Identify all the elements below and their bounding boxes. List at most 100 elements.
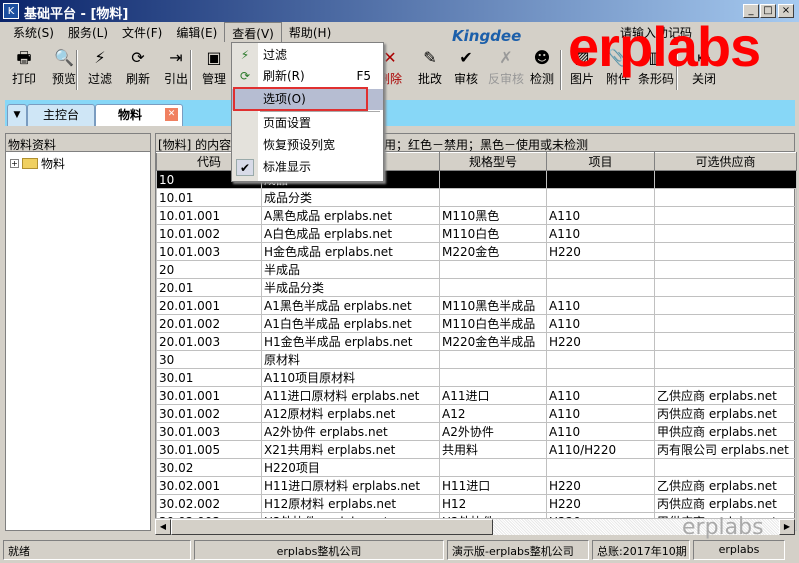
table-row[interactable]: 20.01.003 H1金色半成品 erplabs.net M220金色半成品 H22… [156,332,797,351]
menu-help[interactable]: 帮助(H) [282,22,338,42]
expand-icon[interactable]: + [10,159,19,168]
table-row[interactable]: 10.01.001 A黑色成品 erplabs.net M110黑色 A110 [156,206,797,225]
table-cell: A1黑色半成品 erplabs.net [261,296,440,315]
check-icon: ✔ [236,159,254,176]
menu-system[interactable]: 系统(S) [6,22,61,42]
table-cell: A12 [439,404,547,423]
menu-item-label: 恢复预设列宽 [263,138,336,152]
table-row[interactable]: 20.01.002 A1白色半成品 erplabs.net M110白色半成品 A11… [156,314,797,333]
table-row[interactable]: 30.02.001 H11进口原材料 erplabs.net H11进口 H220 乙供… [156,476,797,495]
column-header[interactable]: 规格型号 [439,152,547,171]
filter-icon: ⚡ [240,48,250,62]
scroll-thumb[interactable] [171,519,493,535]
tree-item-material[interactable]: + 物料 [6,152,150,175]
maximize-button[interactable]: □ [760,4,776,18]
view-menu-item-4[interactable]: 恢复预设列宽 [232,135,383,156]
table-cell [546,368,655,387]
tab-main-console[interactable]: 主控台 [27,104,95,126]
table-cell: 30.02.002 [156,494,262,513]
tab-material[interactable]: 物料 ✕ [95,104,183,126]
table-cell: 10.01.003 [156,242,262,261]
table-cell [546,458,655,477]
table-row[interactable]: 10.01.002 A白色成品 erplabs.net M110白色 A110 [156,224,797,243]
view-menu-item-1[interactable]: ⟳ 刷新(R) F5 [232,66,383,87]
table-row[interactable]: 30.02.002 H12原材料 erplabs.net H12 H220 丙供应商 e… [156,494,797,513]
kingdee-logo: Kingdee [452,27,522,45]
table-cell: A110项目原材料 [261,368,440,387]
table-cell [654,314,797,333]
table-cell: 丙供应商 erplabs.net [654,494,797,513]
table-cell [439,260,547,279]
table-row[interactable]: 30.01.003 A2外协件 erplabs.net A2外协件 A110 甲供应商 … [156,422,797,441]
menu-view[interactable]: 查看(V) [224,22,282,42]
toolbar-3-button[interactable]: ⟳ 刷新 [118,46,158,87]
table-cell: A110 [546,386,655,405]
table-cell: A110 [546,206,655,225]
toolbar-2-button[interactable]: ⚡ 过滤 [80,46,120,87]
column-header[interactable]: 可选供应商 [654,152,797,171]
toolbar-label: 过滤 [87,72,112,86]
toolbar-0-button[interactable]: 🖶 打印 [4,46,44,87]
table-cell: 丙有限公司 erplabs.net [654,440,797,459]
table-cell: 半成品分类 [261,278,440,297]
menu-file[interactable]: 文件(F) [115,22,169,42]
table-cell [439,278,547,297]
table-cell: 共用料 [439,440,547,459]
table-cell: M110白色 [439,224,547,243]
table-cell: 30.01.005 [156,440,262,459]
table-cell: A12原材料 erplabs.net [261,404,440,423]
toolbar-5-button[interactable]: ▣ 管理 [194,46,234,87]
table-cell: 10.01 [156,188,262,207]
close-button[interactable]: × [778,4,794,18]
table-row[interactable]: 30.01.002 A12原材料 erplabs.net A12 A110 丙供应商 e… [156,404,797,423]
table-cell: 30.02 [156,458,262,477]
table-cell: 10.01.001 [156,206,262,225]
table-cell: M110黑色半成品 [439,296,547,315]
menu-separator [260,111,380,112]
toolbar-10-button[interactable]: ☻ 检测 [522,46,562,87]
table-row[interactable]: 30.01.001 A11进口原材料 erplabs.net A11进口 A110 乙供… [156,386,797,405]
scroll-left-button[interactable]: ◀ [155,519,171,535]
scroll-right-button[interactable]: ▶ [779,519,795,535]
table-cell: 乙供应商 erplabs.net [654,386,797,405]
table-cell [654,350,797,369]
status-bar: 就绪 erplabs整机公司 演示版-erplabs整机公司 总账:2017年1… [0,538,799,561]
tab-close-icon[interactable]: ✕ [165,108,178,121]
table-cell [654,188,797,207]
menu-edit[interactable]: 编辑(E) [169,22,224,42]
toolbar-label: 预览 [51,72,76,86]
menu-item-label: 标准显示 [263,160,312,174]
table-cell: A110/H220 [546,440,655,459]
view-menu-item-3[interactable]: 页面设置 [232,113,383,134]
refresh-icon: ⟳ [239,69,251,83]
table-row[interactable]: 30.01.005 X21共用料 erplabs.net 共用料 A110/H220 丙… [156,440,797,459]
view-menu-item-0[interactable]: ⚡ 过滤 [232,45,383,66]
toolbar-separator [76,50,78,90]
table-row[interactable]: 10.01.003 H金色成品 erplabs.net M220金色 H220 [156,242,797,261]
left-panel: 物料资料 + 物料 [5,133,151,531]
table-cell: 半成品 [261,260,440,279]
tab-material-label: 物料 [118,108,143,122]
table-row[interactable]: 30 原材料 [156,350,797,369]
table-row[interactable]: 20.01 半成品分类 [156,278,797,297]
table-cell [439,350,547,369]
menu-service[interactable]: 服务(L) [61,22,115,42]
table-cell [654,278,797,297]
toolbar-1-button[interactable]: 🔍 预览 [44,46,84,87]
table-cell: A110 [546,404,655,423]
table-row[interactable]: 10.01 成品分类 [156,188,797,207]
table-row[interactable]: 30.01 A110项目原材料 [156,368,797,387]
menu-item-label: 刷新(R) [263,69,305,83]
column-header[interactable]: 项目 [546,152,655,171]
table-row[interactable]: 30.02 H220项目 [156,458,797,477]
view-menu-item-5[interactable]: ✔ 标准显示 [232,157,383,178]
tab-dropdown-button[interactable]: ▼ [7,104,27,126]
tab-strip: ▼ 主控台 物料 ✕ [5,100,795,126]
table-cell: 丙供应商 erplabs.net [654,404,797,423]
table-row[interactable]: 20.01.001 A1黑色半成品 erplabs.net M110黑色半成品 A11… [156,296,797,315]
table-cell: A黑色成品 erplabs.net [261,206,440,225]
toolbar-label: 管理 [201,72,226,86]
toolbar-8-button[interactable]: ✔ 审核 [446,46,486,87]
toolbar-7-button[interactable]: ✎ 批改 [410,46,450,87]
table-row[interactable]: 20 半成品 [156,260,797,279]
